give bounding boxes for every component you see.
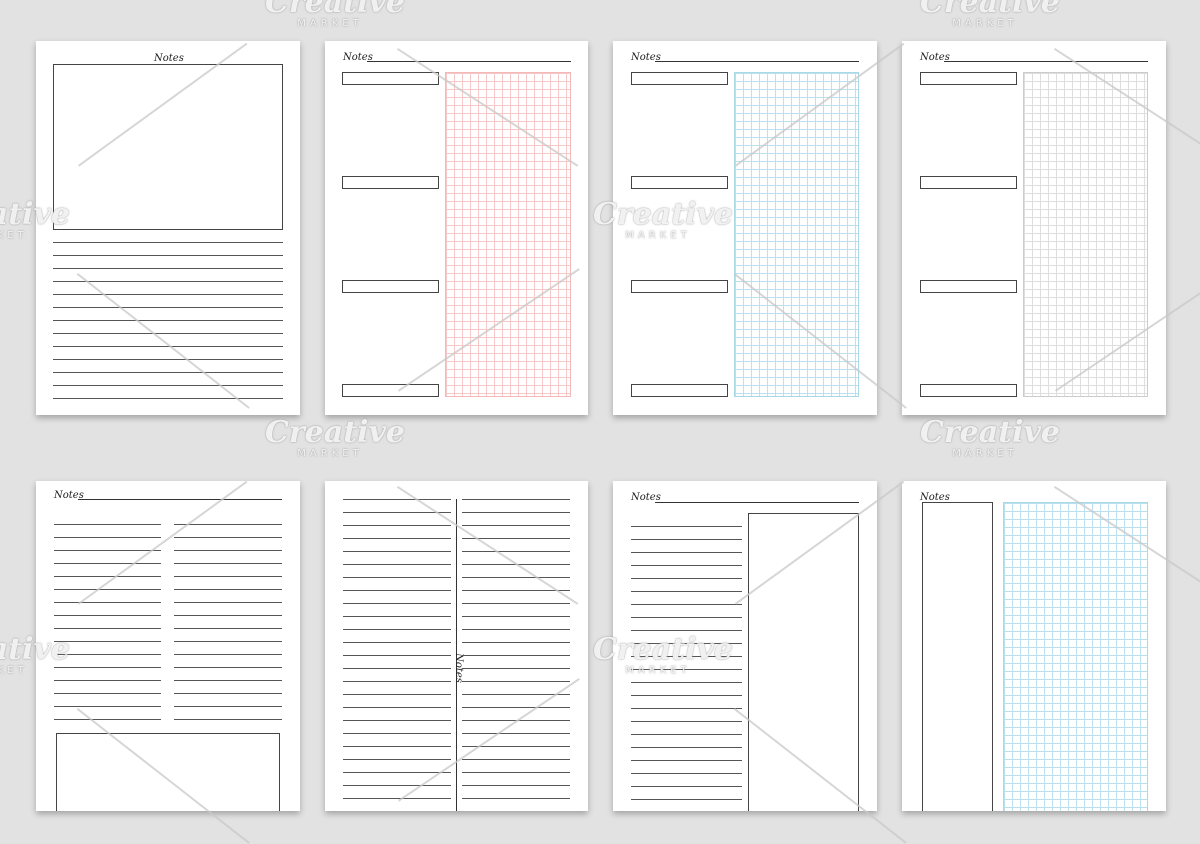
ruled-lines <box>631 514 742 811</box>
label-box <box>342 384 439 397</box>
notes-title: Notes <box>154 53 184 64</box>
watermark-logo: CreativeMARKET <box>265 0 405 29</box>
label-box <box>342 176 439 189</box>
sketch-box <box>53 64 283 230</box>
title-underline <box>655 502 859 503</box>
planner-page-5: Notes <box>36 481 300 811</box>
planner-page-8: Notes <box>902 481 1166 811</box>
ruled-lines <box>53 230 283 399</box>
graph-grid <box>1023 72 1148 397</box>
title-underline <box>367 61 571 62</box>
label-box <box>631 72 728 85</box>
label-box <box>631 384 728 397</box>
ruled-lines-right <box>174 512 282 722</box>
ruled-lines-right <box>462 487 570 807</box>
label-box <box>342 280 439 293</box>
watermark-logo: CreativeMARKET <box>920 0 1060 29</box>
ruled-lines-left <box>343 487 451 807</box>
ruled-lines-left <box>54 512 161 722</box>
watermark-logo: CreativeMARKET <box>265 415 405 460</box>
label-box <box>631 280 728 293</box>
tall-box <box>748 513 859 811</box>
narrow-box <box>922 502 993 811</box>
label-box <box>920 384 1017 397</box>
title-underline <box>944 61 1148 62</box>
notes-box <box>56 733 280 811</box>
title-underline <box>655 61 859 62</box>
label-box <box>920 72 1017 85</box>
planner-page-1: Notes <box>36 41 300 415</box>
watermark-logo: CreativeMARKET <box>920 415 1060 460</box>
graph-grid <box>1003 502 1148 811</box>
label-box <box>920 280 1017 293</box>
label-box <box>631 176 728 189</box>
title-underline <box>78 499 282 500</box>
planner-page-2: Notes <box>325 41 588 415</box>
planner-page-3: Notes <box>613 41 877 415</box>
label-box <box>342 72 439 85</box>
label-box <box>920 176 1017 189</box>
